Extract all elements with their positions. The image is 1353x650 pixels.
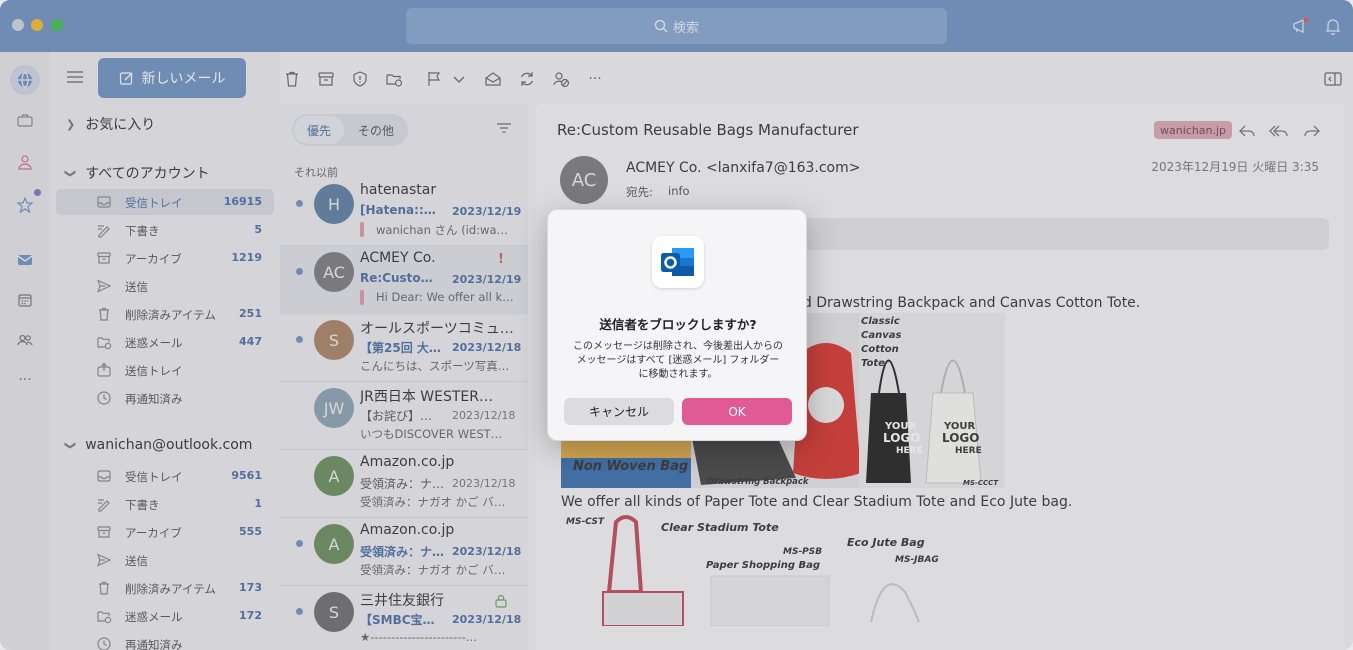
- block-sender-dialog: 送信者をブロックしますか? このメッセージは削除され、今後差出人からの メッセー…: [547, 209, 807, 441]
- outlook-window: 検索 ··· 新しいメール ❯ お気に入り ❯ すべてのアカウント 受信トレイ …: [0, 0, 1353, 650]
- outlook-app-icon: [652, 236, 704, 288]
- dialog-message-line: このメッセージは削除され、今後差出人からの: [573, 341, 783, 352]
- dialog-message: このメッセージは削除され、今後差出人からの メッセージはすべて [迷惑メール] …: [562, 340, 794, 382]
- dialog-message-line: メッセージはすべて [迷惑メール] フォルダー: [576, 355, 780, 366]
- dialog-message-line: に移動されます。: [638, 369, 718, 380]
- dialog-title: 送信者をブロックしますか?: [599, 317, 757, 332]
- ok-button[interactable]: OK: [682, 398, 792, 425]
- cancel-button[interactable]: キャンセル: [564, 398, 674, 425]
